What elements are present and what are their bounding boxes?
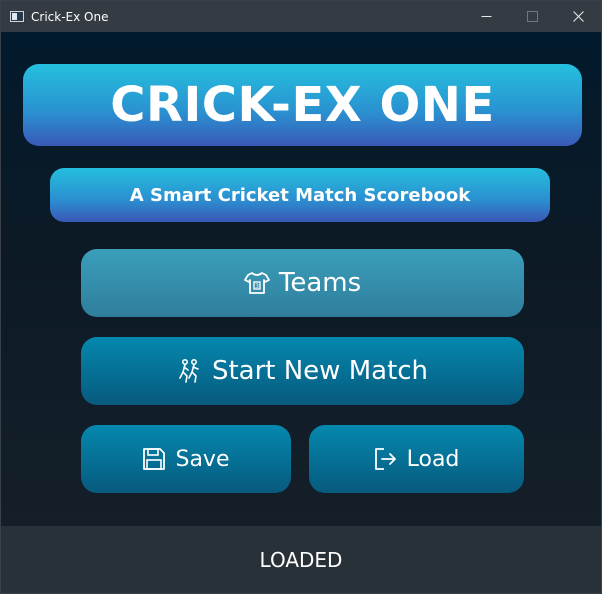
status-bar: LOADED: [1, 526, 601, 593]
app-window: Crick-Ex One CRICK-EX ONE A Smart Cricke…: [0, 0, 602, 594]
save-button[interactable]: Save: [81, 425, 291, 493]
save-label: Save: [175, 446, 230, 472]
teams-label: Teams: [278, 268, 362, 298]
title-bar[interactable]: Crick-Ex One: [1, 1, 601, 32]
app-subtitle: A Smart Cricket Match Scorebook: [50, 168, 550, 222]
svg-text:3: 3: [255, 283, 259, 290]
close-button[interactable]: [555, 1, 601, 32]
status-text: LOADED: [259, 548, 343, 572]
minimize-icon: [481, 16, 491, 17]
load-button[interactable]: Load: [309, 425, 524, 493]
window-title: Crick-Ex One: [31, 9, 109, 24]
floppy-disk-icon: [142, 447, 166, 471]
window-controls: [463, 1, 601, 32]
import-arrow-icon: [374, 447, 398, 471]
app-title-banner: CRICK-EX ONE: [23, 64, 582, 146]
start-new-match-button[interactable]: Start New Match: [81, 337, 524, 405]
minimize-button[interactable]: [463, 1, 509, 32]
jersey-icon: 3: [243, 270, 270, 296]
players-running-icon: [177, 358, 203, 384]
load-label: Load: [406, 446, 460, 472]
close-icon: [572, 11, 584, 22]
start-new-match-label: Start New Match: [211, 356, 429, 386]
teams-button[interactable]: 3 Teams: [81, 249, 524, 317]
maximize-icon: [526, 11, 538, 22]
maximize-button[interactable]: [509, 1, 555, 32]
app-icon: [10, 11, 24, 22]
